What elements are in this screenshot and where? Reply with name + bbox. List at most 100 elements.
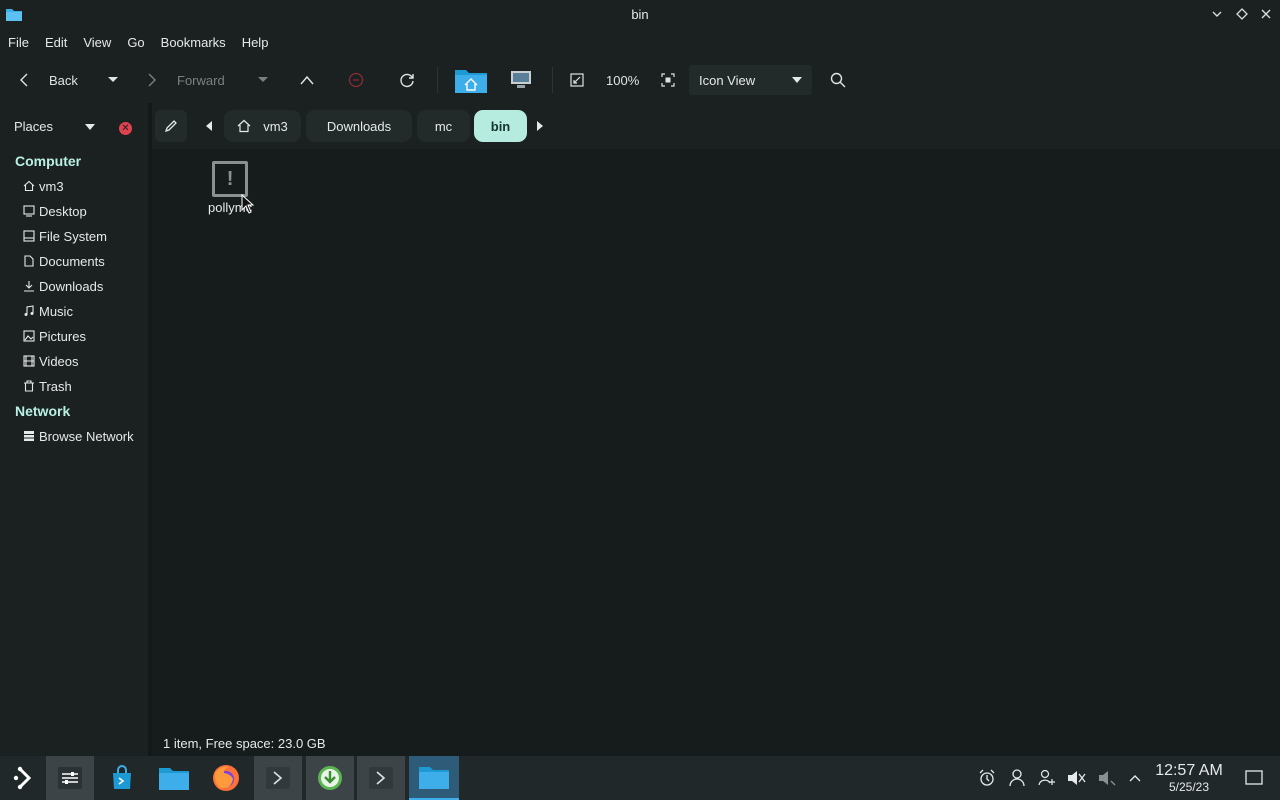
- task-system-settings[interactable]: [46, 756, 94, 800]
- firefox-icon: [213, 765, 239, 791]
- menu-help[interactable]: Help: [242, 29, 279, 57]
- status-text: 1 item, Free space: 23.0 GB: [163, 736, 326, 751]
- back-arrow-icon: [20, 73, 28, 87]
- forward-history-dropdown[interactable]: [257, 57, 269, 103]
- speaker-icon[interactable]: [1097, 768, 1117, 788]
- crumb-bin[interactable]: bin: [474, 110, 527, 142]
- settings-sliders-icon: [58, 767, 82, 789]
- desktop-icon: [22, 204, 36, 218]
- sidebar-item-videos[interactable]: Videos: [22, 351, 79, 371]
- network-icon: [22, 429, 36, 443]
- stop-button[interactable]: [348, 57, 364, 103]
- task-file-manager[interactable]: [150, 756, 198, 800]
- maximize-icon[interactable]: [1234, 6, 1250, 22]
- music-icon: [22, 304, 36, 318]
- sidebar-section-computer: Computer: [15, 153, 82, 169]
- chevron-down-icon: [258, 77, 268, 82]
- sidebar-item-music[interactable]: Music: [22, 301, 73, 321]
- unknown-file-icon: !: [212, 161, 249, 197]
- menu-edit[interactable]: Edit: [45, 29, 77, 57]
- crumb-downloads[interactable]: Downloads: [306, 110, 412, 142]
- sidebar-item-trash[interactable]: Trash: [22, 376, 72, 396]
- close-icon[interactable]: [1258, 6, 1274, 22]
- home-button[interactable]: [455, 57, 487, 103]
- folder-icon: [159, 768, 189, 790]
- show-desktop-icon[interactable]: [1244, 768, 1264, 788]
- users-icon[interactable]: [1037, 768, 1057, 788]
- sidebar-item-pictures[interactable]: Pictures: [22, 326, 86, 346]
- places-header: Places ✕: [0, 103, 148, 149]
- places-label: Places: [14, 119, 54, 134]
- places-dropdown-chevron-icon[interactable]: [85, 124, 95, 130]
- task-downloader[interactable]: [306, 756, 354, 800]
- clock-date: 5/25/23: [1168, 780, 1210, 794]
- pencil-icon: [164, 120, 177, 133]
- search-button[interactable]: [830, 57, 846, 103]
- back-label: Back: [49, 72, 78, 88]
- forward-button[interactable]: Forward: [146, 57, 225, 103]
- terminal-icon: [266, 767, 290, 789]
- task-konsole-1[interactable]: [254, 756, 302, 800]
- crumb-mc[interactable]: mc: [417, 110, 470, 142]
- breadcrumb: vm3 Downloads mc bin: [152, 103, 1280, 149]
- computer-button[interactable]: [510, 57, 532, 103]
- sidebar-item-desktop[interactable]: Desktop: [22, 201, 87, 221]
- task-konsole-2[interactable]: [357, 756, 405, 800]
- forward-arrow-icon: [148, 73, 156, 87]
- menu-file[interactable]: File: [8, 29, 39, 57]
- clock-time: 12:57 AM: [1155, 762, 1223, 779]
- sidebar-item-documents[interactable]: Documents: [22, 251, 105, 271]
- toolbar: Back Forward 100% Icon View: [0, 57, 1280, 103]
- crumb-vm3[interactable]: vm3: [224, 110, 301, 142]
- sidebar-item-downloads[interactable]: Downloads: [22, 276, 103, 296]
- sidebar-item-browse-network[interactable]: Browse Network: [22, 426, 134, 446]
- reload-icon: [400, 73, 414, 88]
- chevron-down-icon: [108, 77, 118, 82]
- forward-label: Forward: [177, 72, 225, 88]
- clock[interactable]: 12:57 AM 5/25/23: [1150, 762, 1228, 794]
- view-mode-select[interactable]: Icon View: [689, 65, 812, 95]
- back-button[interactable]: Back: [18, 57, 78, 103]
- alarm-icon[interactable]: [977, 768, 997, 788]
- folder-icon: [419, 767, 449, 789]
- task-discover[interactable]: [98, 756, 146, 800]
- home-icon: [237, 119, 251, 133]
- breadcrumb-scroll-right-icon[interactable]: [537, 121, 543, 131]
- edit-location-button[interactable]: [155, 110, 187, 142]
- menu-view[interactable]: View: [83, 29, 121, 57]
- back-history-dropdown[interactable]: [107, 57, 119, 103]
- up-arrow-icon: [300, 75, 314, 85]
- video-icon: [22, 354, 36, 368]
- menu-bookmarks[interactable]: Bookmarks: [161, 29, 236, 57]
- task-dolphin-bin[interactable]: [409, 756, 459, 800]
- download-circle-icon: [318, 766, 342, 790]
- zoom-out-button[interactable]: [570, 57, 584, 103]
- terminal-icon: [369, 767, 393, 789]
- title-bar: bin: [0, 0, 1280, 29]
- application-launcher-button[interactable]: [0, 756, 48, 800]
- mouse-cursor-icon: [241, 193, 255, 217]
- launcher-icon: [13, 766, 32, 790]
- search-icon: [830, 72, 846, 88]
- minimize-icon[interactable]: [1209, 6, 1225, 22]
- zoom-out-icon: [570, 73, 584, 87]
- task-firefox[interactable]: [202, 756, 250, 800]
- sidebar-item-vm3[interactable]: vm3: [22, 176, 64, 196]
- zoom-in-button[interactable]: [661, 57, 675, 103]
- zoom-in-icon: [661, 73, 675, 87]
- close-sidebar-icon[interactable]: ✕: [119, 122, 132, 135]
- volume-muted-icon[interactable]: [1066, 768, 1086, 788]
- menu-go[interactable]: Go: [127, 29, 154, 57]
- sidebar-item-file-system[interactable]: File System: [22, 226, 107, 246]
- reload-button[interactable]: [398, 57, 416, 103]
- computer-icon: [511, 71, 531, 88]
- user-icon[interactable]: [1007, 768, 1027, 788]
- breadcrumb-scroll-left-icon[interactable]: [206, 121, 212, 131]
- drive-icon: [22, 229, 36, 243]
- toolbar-separator: [552, 67, 553, 93]
- file-view[interactable]: ! pollymc: [152, 149, 1280, 729]
- chevron-down-icon: [792, 77, 802, 83]
- tray-expand-icon[interactable]: [1125, 768, 1145, 788]
- zoom-level[interactable]: 100%: [606, 57, 639, 103]
- up-button[interactable]: [299, 57, 315, 103]
